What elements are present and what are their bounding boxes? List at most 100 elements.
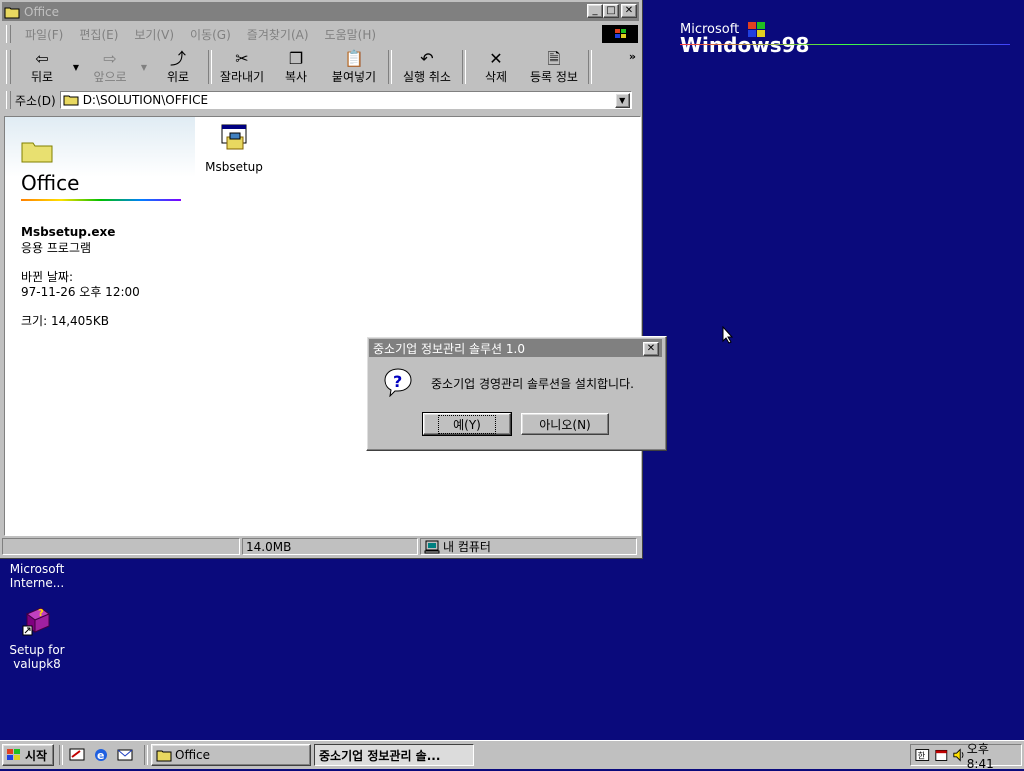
dialog-title: 중소기업 정보관리 솔루션 1.0 bbox=[373, 341, 525, 356]
menu-file[interactable]: 파일(F) bbox=[17, 26, 71, 43]
standard-toolbar: ⇦ 뒤로 ▼ ⇨ 앞으로 ▼ ⤴ 위로 ✂ 잘라내기 ❐ 복사 📋 붙여넣기 ↶… bbox=[2, 47, 639, 87]
back-label: 뒤로 bbox=[30, 69, 54, 84]
address-field[interactable]: D:\SOLUTION\OFFICE ▼ bbox=[59, 91, 632, 109]
menu-grip[interactable] bbox=[6, 25, 11, 43]
yes-button[interactable]: 예(Y) bbox=[422, 412, 512, 436]
back-dropdown[interactable]: ▼ bbox=[69, 47, 83, 87]
large-folder-icon bbox=[21, 142, 53, 163]
taskbar: 시작 e Office 중소기업 정보관리 솔... 한 오후 8:41 bbox=[0, 740, 1024, 771]
yes-label: 예(Y) bbox=[438, 414, 496, 434]
address-grip bbox=[6, 91, 11, 109]
question-icon: ? bbox=[384, 368, 412, 397]
properties-icon: 🗎 bbox=[547, 48, 561, 68]
dialog-message: 중소기업 경영관리 솔루션을 설치합니다. bbox=[431, 377, 634, 391]
logo-underline bbox=[680, 44, 1010, 45]
cut-button[interactable]: ✂ 잘라내기 bbox=[215, 47, 269, 87]
address-dropdown-button[interactable]: ▼ bbox=[614, 93, 630, 108]
toolbar-separator bbox=[462, 50, 466, 84]
menu-go[interactable]: 이동(G) bbox=[182, 26, 239, 43]
delete-x-icon: ✕ bbox=[489, 48, 503, 68]
internet-explorer-icon[interactable]: e bbox=[92, 747, 110, 763]
delete-button[interactable]: ✕ 삭제 bbox=[469, 47, 523, 87]
no-label: 아니오(N) bbox=[539, 417, 591, 432]
menu-bar: 파일(F) 편집(E) 보기(V) 이동(G) 즐겨찾기(A) 도움말(H) bbox=[2, 23, 639, 45]
forward-label: 앞으로 bbox=[93, 69, 127, 84]
toolbar-grip bbox=[6, 50, 11, 84]
explorer-window: Office _ □ ✕ 파일(F) 편집(E) 보기(V) 이동(G) 즐겨찾… bbox=[0, 0, 643, 559]
toolbar-separator bbox=[388, 50, 392, 84]
copy-label: 복사 bbox=[284, 69, 308, 84]
scheduler-icon[interactable] bbox=[934, 747, 949, 763]
address-bar: 주소(D) D:\SOLUTION\OFFICE ▼ bbox=[2, 89, 639, 111]
forward-button[interactable]: ⇨ 앞으로 bbox=[83, 47, 137, 87]
copy-icon: ❐ bbox=[288, 48, 304, 68]
system-tray: 한 오후 8:41 bbox=[910, 742, 1022, 771]
maximize-button[interactable]: □ bbox=[603, 4, 619, 18]
taskbar-button-setup-dialog[interactable]: 중소기업 정보관리 솔... bbox=[314, 744, 474, 766]
forward-arrow-icon: ⇨ bbox=[103, 48, 117, 68]
menu-view[interactable]: 보기(V) bbox=[126, 26, 182, 43]
selected-file-type: 응용 프로그램 bbox=[21, 241, 92, 255]
toolbar-chevron-icon[interactable]: » bbox=[629, 50, 636, 63]
status-bar: 14.0MB 내 컴퓨터 bbox=[2, 538, 641, 557]
status-pane-size: 14.0MB bbox=[242, 538, 418, 555]
minimize-button[interactable]: _ bbox=[587, 4, 603, 18]
volume-icon[interactable] bbox=[952, 747, 967, 763]
folder-title: Office bbox=[21, 171, 80, 195]
webview-info-pane: Office Msbsetup.exe 응용 프로그램 바뀐 날짜: 97-11… bbox=[5, 117, 195, 535]
setup-program-icon bbox=[221, 124, 247, 150]
setup-book-icon: ? bbox=[22, 607, 50, 636]
back-arrow-icon: ⇦ bbox=[35, 48, 49, 68]
up-button[interactable]: ⤴ 위로 bbox=[151, 47, 205, 87]
icon-label-line1: Setup for bbox=[9, 643, 65, 657]
task-label: 중소기업 정보관리 솔... bbox=[319, 748, 441, 763]
dialog-title-bar[interactable]: 중소기업 정보관리 솔루션 1.0 ✕ bbox=[369, 339, 662, 357]
window-title-bar[interactable]: Office _ □ ✕ bbox=[2, 2, 639, 21]
task-label: Office bbox=[175, 748, 211, 762]
title-underline bbox=[21, 199, 181, 201]
cut-label: 잘라내기 bbox=[219, 69, 265, 84]
paste-label: 붙여넣기 bbox=[331, 69, 377, 84]
back-button[interactable]: ⇦ 뒤로 bbox=[15, 47, 69, 87]
delete-label: 삭제 bbox=[484, 69, 508, 84]
setup-dialog: 중소기업 정보관리 솔루션 1.0 ✕ ? 중소기업 경영관리 솔루션을 설치합… bbox=[366, 336, 667, 451]
paste-button[interactable]: 📋 붙여넣기 bbox=[323, 47, 385, 87]
properties-button[interactable]: 🗎 등록 정보 bbox=[523, 47, 585, 87]
menu-favorites[interactable]: 즐겨찾기(A) bbox=[239, 26, 317, 43]
close-button[interactable]: ✕ bbox=[621, 4, 637, 18]
svg-text:한: 한 bbox=[918, 751, 926, 761]
taskbar-button-office[interactable]: Office bbox=[151, 744, 311, 766]
svg-text:?: ? bbox=[38, 608, 44, 619]
taskbar-separator bbox=[144, 745, 148, 765]
desktop-icon-setup-valupk8[interactable]: ? Setup for valupk8 bbox=[2, 604, 72, 671]
show-desktop-icon[interactable] bbox=[68, 747, 86, 763]
icon-label-line1: Microsoft bbox=[9, 562, 65, 576]
file-item-msbsetup[interactable]: Msbsetup bbox=[205, 123, 263, 174]
status-pane-zone: 내 컴퓨터 bbox=[420, 538, 637, 555]
desktop-icon-internet-explorer[interactable]: Microsoft Interne... bbox=[2, 562, 72, 590]
svg-text:?: ? bbox=[393, 372, 402, 391]
dialog-close-button[interactable]: ✕ bbox=[643, 342, 659, 356]
no-button[interactable]: 아니오(N) bbox=[521, 413, 609, 435]
start-button[interactable]: 시작 bbox=[2, 744, 54, 766]
window-title: Office bbox=[24, 4, 60, 19]
windows-flag-icon bbox=[7, 749, 20, 760]
my-computer-icon bbox=[424, 540, 440, 553]
menu-help[interactable]: 도움말(H) bbox=[317, 26, 385, 43]
forward-dropdown[interactable]: ▼ bbox=[137, 47, 151, 87]
outlook-express-icon[interactable] bbox=[116, 747, 134, 763]
selected-file-name: Msbsetup.exe bbox=[21, 225, 116, 239]
clock[interactable]: 오후 8:41 bbox=[967, 740, 1015, 771]
windows-flag-icon bbox=[602, 25, 638, 43]
folder-view: Office Msbsetup.exe 응용 프로그램 바뀐 날짜: 97-11… bbox=[4, 116, 641, 536]
menu-edit[interactable]: 편집(E) bbox=[71, 26, 126, 43]
copy-button[interactable]: ❐ 복사 bbox=[269, 47, 323, 87]
undo-button[interactable]: ↶ 실행 취소 bbox=[395, 47, 459, 87]
scissors-icon: ✂ bbox=[235, 48, 249, 68]
zone-label: 내 컴퓨터 bbox=[443, 540, 491, 554]
icon-label-line2: valupk8 bbox=[13, 657, 61, 671]
keyboard-layout-icon[interactable]: 한 bbox=[915, 747, 930, 763]
toolbar-separator bbox=[588, 50, 592, 84]
windows-flag-icon bbox=[748, 22, 765, 37]
start-label: 시작 bbox=[25, 748, 48, 763]
